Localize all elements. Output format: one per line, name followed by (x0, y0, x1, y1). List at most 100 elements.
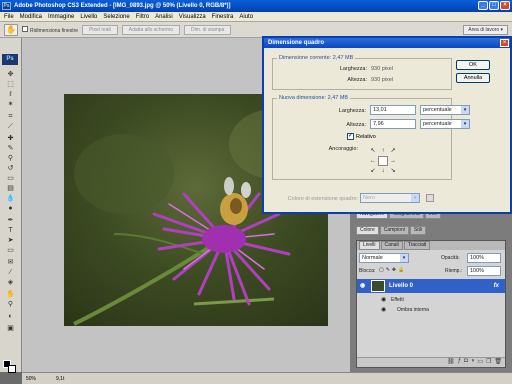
anchor-sw-icon[interactable]: ↙ (368, 166, 378, 176)
notes-tool-icon[interactable]: ✉ (4, 258, 17, 268)
print-size-button[interactable]: Dim. di stampa (183, 24, 232, 35)
brush-tool-icon[interactable]: ✎ (4, 144, 17, 154)
ok-button[interactable]: OK (456, 60, 490, 70)
menu-filtro[interactable]: Filtro (136, 14, 149, 20)
add-mask-icon[interactable]: ◘ (464, 358, 468, 367)
stamp-tool-icon[interactable]: ⚲ (4, 154, 17, 164)
opacity-field[interactable]: 100% (467, 253, 501, 263)
tab-layers[interactable]: Livelli (359, 241, 380, 250)
anchor-s-icon[interactable]: ↓ (378, 166, 388, 176)
hand-tool-preset-icon[interactable]: ✋ (4, 23, 18, 36)
crop-tool-icon[interactable]: ⌗ (4, 112, 17, 122)
pen-tool-icon[interactable]: ✒ (4, 216, 17, 226)
tab-paths[interactable]: Tracciati (403, 241, 431, 250)
shape-tool-icon[interactable]: ▭ (4, 246, 17, 256)
status-bar: 50% 9,1t (22, 372, 512, 384)
anchor-ne-icon[interactable]: ↗ (388, 146, 398, 156)
hand-tool-icon[interactable]: ✋ (4, 290, 17, 300)
slice-tool-icon[interactable]: ⟋ (4, 122, 17, 132)
height-unit-select[interactable]: percentuale ▾ (420, 119, 470, 129)
document-info: 9,1t (56, 375, 65, 382)
healing-tool-icon[interactable]: ✚ (4, 134, 17, 144)
history-brush-tool-icon[interactable]: ↺ (4, 164, 17, 174)
effects-row[interactable]: ◉ Effetti (357, 295, 505, 304)
close-button[interactable]: × (500, 1, 510, 10)
dialog-close-button[interactable]: × (500, 39, 509, 47)
tab-styles[interactable]: Stili (409, 226, 426, 235)
effects-eye-icon[interactable]: ◉ (381, 296, 386, 303)
effect-item-row[interactable]: ◉ Ombra interna (357, 305, 505, 314)
tab-color[interactable]: Colore (356, 226, 379, 235)
new-layer-icon[interactable]: ❐ (486, 358, 491, 367)
gradient-tool-icon[interactable]: ▤ (4, 184, 17, 194)
inner-shadow-eye-icon[interactable]: ◉ (381, 306, 386, 313)
resize-windows-option[interactable]: Ridimensiona finestre (22, 25, 78, 34)
menu-selezione[interactable]: Selezione (103, 14, 129, 20)
menu-livello[interactable]: Livello (80, 14, 97, 20)
lasso-tool-icon[interactable]: ℓ (4, 90, 17, 100)
menu-visualizza[interactable]: Visualizza (179, 14, 206, 20)
lock-row: Blocca: ▢✎✥🔒 Riemp.: 100% (357, 266, 505, 276)
add-style-icon[interactable]: ƒ (458, 358, 461, 367)
fit-screen-button[interactable]: Adatta allo schermo (121, 24, 180, 35)
anchor-grid[interactable]: ↖ ↑ ↗ ← → ↙ ↓ ↘ (368, 146, 398, 176)
3d-tool-icon[interactable]: ◈ (4, 278, 17, 288)
eyedropper-tool-icon[interactable]: ⁄ (4, 268, 17, 278)
trash-icon[interactable]: 🗑 (494, 358, 502, 367)
anchor-w-icon[interactable]: ← (368, 156, 378, 166)
type-tool-icon[interactable]: T (4, 226, 17, 236)
title-bar: Ps Adobe Photoshop CS3 Extended - [IMG_0… (0, 0, 512, 12)
workspace-dropdown[interactable]: Area di lavoro ▾ (463, 25, 508, 35)
menu-file[interactable]: File (4, 14, 14, 20)
path-selection-tool-icon[interactable]: ➤ (4, 236, 17, 246)
magic-wand-tool-icon[interactable]: ✶ (4, 100, 17, 110)
lock-icons[interactable]: ▢✎✥🔒 (379, 267, 406, 273)
chevron-down-icon: ▾ (461, 120, 469, 128)
dodge-tool-icon[interactable]: ● (4, 204, 17, 214)
anchor-se-icon[interactable]: ↘ (388, 166, 398, 176)
anchor-center-icon[interactable] (378, 156, 388, 166)
fx-icon[interactable]: fx (494, 283, 499, 289)
photoshop-app-icon: Ps (2, 2, 11, 10)
blend-mode-select[interactable]: Normale ▾ (359, 253, 409, 263)
visibility-eye-icon[interactable]: ◉ (360, 282, 365, 289)
zoom-tool-icon[interactable]: ⚲ (4, 300, 17, 310)
actual-pixels-button[interactable]: Pixel reali (82, 24, 118, 35)
new-height-input[interactable]: 7,96 (370, 119, 416, 129)
effect-item-label: Ombra interna (397, 307, 429, 313)
tab-swatches[interactable]: Campioni (379, 226, 409, 235)
relative-checkbox[interactable]: ✓ (347, 133, 354, 140)
adjustment-icon[interactable]: ◑ (471, 358, 475, 367)
menu-analisi[interactable]: Analisi (155, 14, 173, 20)
menu-modifica[interactable]: Modifica (20, 14, 42, 20)
width-unit-select[interactable]: percentuale ▾ (420, 105, 470, 115)
zoom-level[interactable]: 50% (26, 376, 36, 382)
background-color-swatch[interactable] (8, 365, 16, 373)
layer-row-livello-0[interactable]: ◉ Livello 0 fx (357, 279, 505, 293)
blur-tool-icon[interactable]: 💧 (4, 194, 17, 204)
effects-label: Effetti (391, 297, 404, 303)
layer-name[interactable]: Livello 0 (389, 283, 413, 289)
marquee-tool-icon[interactable]: ⬚ (4, 80, 17, 90)
maximize-button[interactable]: □ (489, 1, 499, 10)
new-width-input[interactable]: 13,01 (370, 105, 416, 115)
anchor-e-icon[interactable]: → (388, 156, 398, 166)
photoshop-window: Ps Adobe Photoshop CS3 Extended - [IMG_0… (0, 0, 512, 384)
move-tool-icon[interactable]: ✥ (4, 70, 17, 80)
menu-finestra[interactable]: Finestra (212, 14, 234, 20)
cancel-button[interactable]: Annulla (456, 73, 490, 83)
quick-mask-icon[interactable]: ◐ (4, 312, 17, 322)
resize-windows-checkbox[interactable] (22, 25, 28, 32)
menu-aiuto[interactable]: Aiuto (239, 14, 253, 20)
tab-channels[interactable]: Canali (380, 241, 403, 250)
anchor-n-icon[interactable]: ↑ (378, 146, 388, 156)
anchor-nw-icon[interactable]: ↖ (368, 146, 378, 156)
screen-mode-icon[interactable]: ▣ (4, 324, 17, 334)
link-layers-icon[interactable]: ⛓ (447, 358, 455, 367)
fill-field[interactable]: 100% (467, 266, 501, 276)
minimize-button[interactable]: _ (478, 1, 488, 10)
new-group-icon[interactable]: ▭ (477, 358, 483, 367)
extension-color-select: Nero ▾ (360, 193, 420, 203)
eraser-tool-icon[interactable]: ▭ (4, 174, 17, 184)
menu-immagine[interactable]: Immagine (48, 14, 74, 20)
